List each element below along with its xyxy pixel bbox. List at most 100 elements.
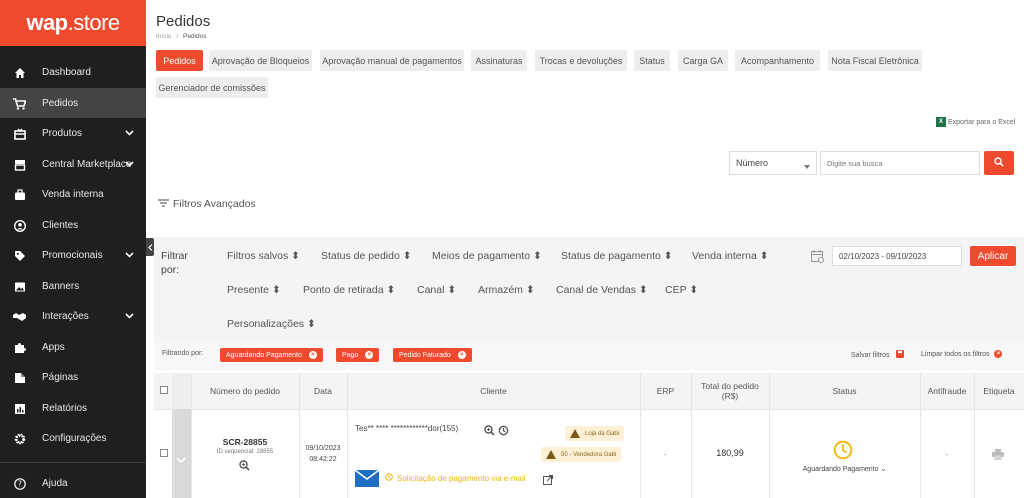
column-header-erp[interactable]: ERP — [640, 373, 691, 409]
puzzle-icon — [13, 341, 26, 354]
sidebar-item-label: Configurações — [42, 432, 107, 444]
filter-order-status[interactable]: Status de pedido ⬍ — [321, 250, 412, 262]
help-icon: ? — [13, 477, 26, 490]
sidebar-item-label: Produtos — [42, 127, 83, 139]
sidebar-item-venda-interna[interactable]: Venda interna — [0, 179, 146, 209]
zoom-icon[interactable] — [484, 423, 495, 441]
column-header-fraud[interactable]: Antifraude — [920, 373, 974, 409]
filter-internal-sale[interactable]: Venda interna ⬍ — [692, 250, 769, 262]
search-input[interactable] — [820, 151, 980, 175]
filter-payment-methods[interactable]: Meios de pagamento ⬍ — [432, 250, 542, 262]
tab-aprovacao-manual[interactable]: Aprovação manual de pagamentos — [320, 50, 464, 71]
filter-cep-label: CEP — [665, 284, 687, 296]
search-icon — [994, 154, 1004, 172]
sidebar-item-promocionais[interactable]: Promocionais — [0, 240, 146, 270]
select-all-checkbox[interactable] — [160, 386, 168, 394]
column-header-label[interactable]: Etiqueta — [974, 373, 1024, 409]
filter-chip-aguardando[interactable]: Aguardando Pagamento × — [220, 348, 323, 362]
tab-pedidos[interactable]: Pedidos — [156, 50, 203, 71]
order-date: 09/10/2023 — [305, 445, 341, 452]
filter-channel[interactable]: Canal ⬍ — [417, 284, 456, 296]
payment-request-link[interactable]: Solicitação de pagamento via e-mail — [385, 473, 526, 483]
clear-filters-button[interactable]: Limpar todos os filtros × — [921, 350, 1003, 358]
column-header-date[interactable]: Data — [299, 373, 347, 409]
filter-customizations[interactable]: Personalizações ⬍ — [227, 318, 316, 330]
tab-assinaturas[interactable]: Assinaturas — [471, 50, 527, 71]
print-icon[interactable] — [992, 447, 1004, 465]
sidebar-item-clientes[interactable]: Clientes — [0, 210, 146, 240]
brand-logo[interactable]: wap .store — [0, 0, 146, 46]
filter-chip-pago[interactable]: Pago × — [336, 348, 380, 362]
sidebar-item-produtos[interactable]: Produtos — [0, 118, 146, 148]
clear-filters-label: Limpar todos os filtros — [921, 350, 990, 358]
advanced-filters-toggle[interactable]: Filtros Avançados — [158, 198, 256, 210]
filter-chip-faturado[interactable]: Pedido Faturado × — [393, 348, 472, 362]
sidebar-item-interacoes[interactable]: Interações — [0, 301, 146, 331]
sidebar-item-ajuda[interactable]: ? Ajuda — [0, 468, 146, 498]
client-name[interactable]: Tes** **** ************dor(155) — [355, 424, 458, 433]
tab-acompanhamento[interactable]: Acompanhamento — [735, 50, 820, 71]
date-range-input[interactable]: 02/10/2023 - 09/10/2023 — [832, 246, 962, 266]
filter-cep[interactable]: CEP ⬍ — [665, 284, 698, 296]
erp-value: - — [664, 450, 667, 459]
sidebar-item-central-marketplace[interactable]: Central Marketplace — [0, 149, 146, 179]
sidebar-item-configuracoes[interactable]: Configurações — [0, 423, 146, 453]
briefcase-icon — [13, 188, 26, 201]
filter-payment-status[interactable]: Status de pagamento ⬍ — [561, 250, 673, 262]
tab-aprovacao-bloqueios[interactable]: Aprovação de Bloqueios — [209, 50, 312, 71]
filter-by-label: Filtrar por: — [161, 250, 188, 276]
sidebar-item-label: Apps — [42, 341, 65, 353]
status-dropdown[interactable]: Aguardando Pagamento ⌄ — [769, 465, 920, 473]
order-time: 08:42:22 — [309, 456, 337, 463]
filter-saved-label: Filtros salvos — [227, 250, 289, 262]
fraud-value: - — [945, 450, 949, 459]
calendar-icon[interactable] — [811, 250, 824, 268]
breadcrumb-current: Pedidos — [182, 33, 207, 40]
tab-status[interactable]: Status — [634, 50, 670, 71]
close-icon[interactable]: × — [308, 351, 317, 359]
tab-gerenciador-comissoes[interactable]: Gerenciador de comissões — [156, 77, 268, 98]
column-header-status[interactable]: Status — [769, 373, 920, 409]
sidebar-item-pedidos[interactable]: Pedidos — [0, 88, 146, 118]
close-icon[interactable]: × — [457, 351, 466, 359]
breadcrumb-home[interactable]: Início — [156, 33, 172, 40]
zoom-icon[interactable] — [239, 458, 250, 476]
sidebar-item-relatorios[interactable]: Relatórios — [0, 393, 146, 423]
sidebar-item-label: Interações — [42, 310, 89, 322]
apply-button[interactable]: Aplicar — [970, 246, 1016, 266]
chip-label: Pedido Faturado — [399, 351, 451, 359]
column-header-total[interactable]: Total do pedido (R$) — [691, 373, 769, 409]
email-icon[interactable] — [354, 469, 380, 492]
filter-pickup-point[interactable]: Ponto de retirada ⬍ — [303, 284, 395, 296]
tab-nota-fiscal[interactable]: Nota Fiscal Eletrônica — [828, 50, 922, 71]
chevron-down-icon[interactable] — [176, 450, 186, 468]
payment-request-label: Solicitação de pagamento via e-mail — [397, 473, 526, 483]
history-icon[interactable] — [498, 423, 509, 441]
export-excel-button[interactable]: X Exportar para o Excel — [936, 117, 1015, 127]
filter-gift[interactable]: Presente ⬍ — [227, 284, 281, 296]
filter-warehouse[interactable]: Armazém ⬍ — [478, 284, 535, 296]
close-icon[interactable]: × — [365, 351, 374, 359]
tag-icon — [13, 249, 26, 262]
chevron-down-icon — [125, 250, 134, 261]
column-header-order[interactable]: Número do pedido — [191, 373, 299, 409]
filter-sales-channel[interactable]: Canal de Vendas ⬍ — [556, 284, 648, 296]
order-number[interactable]: SCR-28855 — [191, 437, 299, 447]
chart-icon — [13, 402, 26, 415]
filter-lines-icon — [158, 198, 169, 210]
tab-trocas-devolucoes[interactable]: Trocas e devoluções — [535, 50, 627, 71]
column-header-client[interactable]: Cliente — [347, 373, 640, 409]
sidebar-item-banners[interactable]: Banners — [0, 271, 146, 301]
sidebar-item-apps[interactable]: Apps — [0, 332, 146, 362]
page-title: Pedidos — [156, 13, 211, 30]
search-button[interactable] — [984, 151, 1014, 175]
active-filters-label: Filtrando por: — [162, 350, 204, 357]
search-type-select[interactable]: Número — [729, 151, 817, 175]
save-filters-button[interactable]: Salvar filtros — [851, 350, 904, 360]
filter-saved[interactable]: Filtros salvos ⬍ — [227, 250, 300, 262]
tab-carga-ga[interactable]: Carga GA — [678, 50, 728, 71]
sidebar-item-dashboard[interactable]: Dashboard — [0, 57, 146, 87]
sidebar-item-paginas[interactable]: Páginas — [0, 362, 146, 392]
row-checkbox[interactable] — [160, 449, 168, 457]
external-link-icon[interactable] — [543, 472, 553, 490]
